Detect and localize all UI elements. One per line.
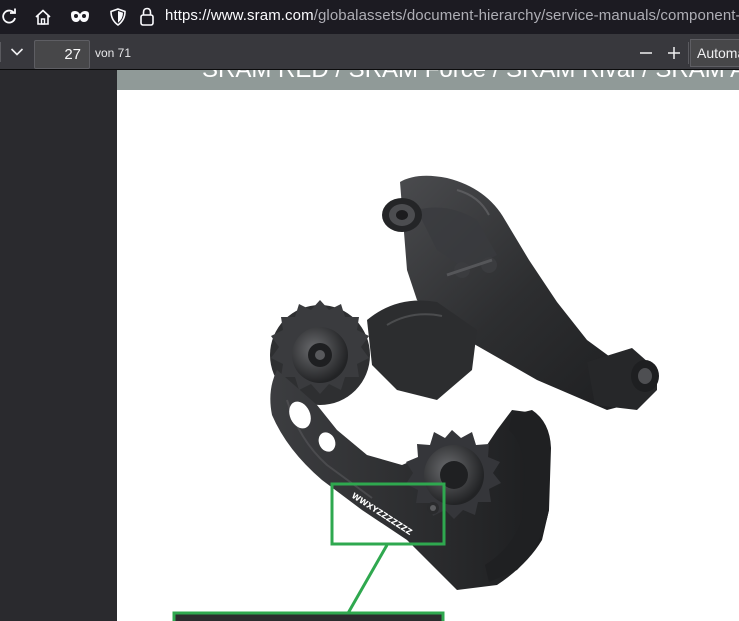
minus-icon xyxy=(640,52,652,54)
plus-icon xyxy=(668,47,680,59)
reload-icon xyxy=(2,8,16,24)
mount-bolt xyxy=(382,198,422,232)
site-security-button[interactable] xyxy=(139,7,155,30)
toolbar-separator xyxy=(0,42,1,62)
page-count: von 71 xyxy=(95,46,132,60)
chevron-down-icon xyxy=(10,48,24,56)
derailleur-illustration: WWXYZZZZZZZ xyxy=(172,175,659,621)
url-text[interactable]: https://www.sram.com/globalassets/docume… xyxy=(165,7,739,24)
home-icon xyxy=(35,9,51,25)
callout-leader-line xyxy=(345,544,389,616)
page-number-input[interactable]: 27 xyxy=(34,40,90,69)
reload-button[interactable] xyxy=(0,4,23,30)
private-browsing-button[interactable] xyxy=(66,4,94,30)
shield-icon xyxy=(110,8,126,26)
browser-toolbar: https://www.sram.com/globalassets/docume… xyxy=(0,0,739,34)
lock-icon xyxy=(140,7,154,26)
viewer-sidebar xyxy=(0,70,117,621)
url-host: https://www.sram.com xyxy=(165,7,314,24)
tracking-protection-button[interactable] xyxy=(110,8,126,30)
zoom-out-button[interactable] xyxy=(634,40,658,66)
callout-label-box xyxy=(172,611,445,621)
url-path: /globalassets/document-hierarchy/service… xyxy=(313,7,739,24)
home-button[interactable] xyxy=(29,4,57,30)
toolbar-separator xyxy=(688,42,689,64)
mask-icon xyxy=(71,11,89,22)
zoom-in-button[interactable] xyxy=(662,40,686,66)
zoom-select[interactable]: Automa xyxy=(690,39,739,67)
pdf-page: SRAM RED / SRAM Force / SRAM Rival / SRA… xyxy=(117,70,739,621)
next-page-button[interactable] xyxy=(4,40,30,64)
